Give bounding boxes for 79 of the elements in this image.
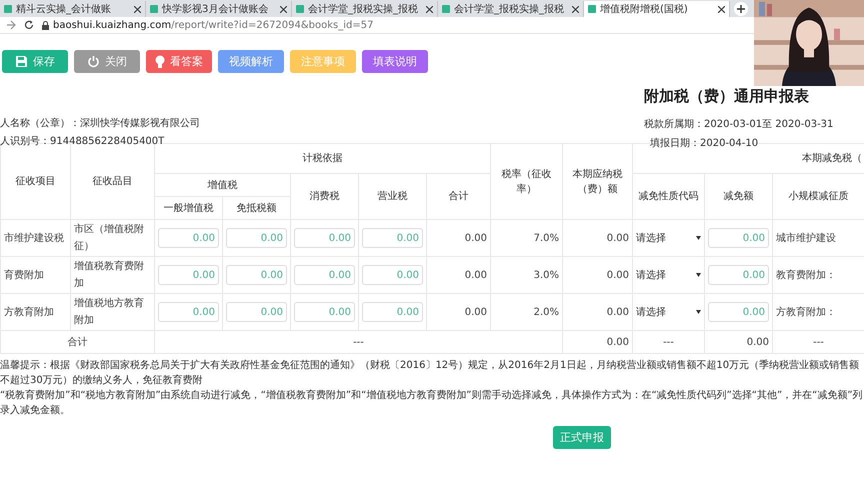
column-header: 消费税 xyxy=(290,174,358,220)
notice-text: 温馨提示：根据《财政部国家税务总局关于扩大有关政府性基金免征范围的通知》（财税〔2016〕12号）规定，从2016年2月1日起，月纳税营业额或销售额不超10万元（季纳税营业额或销售额不超过30万元）的缴纳义务人，免征教育费附 xyxy=(0,358,860,388)
table-cell: 0.00 xyxy=(562,294,632,330)
favicon-icon xyxy=(296,5,304,13)
column-header: 减免性质代码 xyxy=(632,174,704,220)
close-icon[interactable] xyxy=(280,6,287,12)
table-cell: 增值税教育费附加 xyxy=(70,256,154,294)
table-cell: 0.00 xyxy=(562,220,632,256)
form-title: 附加税（费）通用申报表 xyxy=(644,87,809,106)
caret-icon xyxy=(696,310,701,314)
column-header: 一般增值税 xyxy=(154,196,222,220)
table-cell: 0.00 xyxy=(562,256,632,294)
amount-field[interactable]: 0.00 xyxy=(158,302,219,322)
favicon-icon xyxy=(588,5,596,13)
column-header: 减免额 xyxy=(704,174,772,220)
amount-field[interactable]: 0.00 xyxy=(158,228,219,248)
table-cell: --- xyxy=(632,330,704,354)
column-header: 征收品目 xyxy=(70,144,154,220)
column-header: 税率（征收率） xyxy=(490,144,562,220)
caret-icon xyxy=(696,273,701,277)
toolbar-button[interactable]: 注意事项 xyxy=(290,50,356,73)
table-cell: --- xyxy=(154,330,562,354)
table-cell: 市区（增值税附征） xyxy=(70,220,154,256)
new-tab-icon[interactable] xyxy=(734,2,748,16)
table-cell: 0.00 xyxy=(562,330,632,354)
toolbar-button[interactable]: 关闭 xyxy=(74,50,140,73)
toolbar-button[interactable]: 填表说明 xyxy=(362,50,428,73)
amount-field[interactable]: 0.00 xyxy=(708,228,769,248)
notice-text: “税教育费附加”和“税地方教育附加”由系统自动进行减免，“增值税教育费附加”和“增值税地方教育费附加”则需手动选择减免，具体操作方式为：在“减免性质代码列”选择“其他”，并在“减免额”列录入减免金额。 xyxy=(0,388,864,418)
favicon-icon xyxy=(442,5,450,13)
close-icon[interactable] xyxy=(134,6,141,12)
close-icon[interactable] xyxy=(572,6,579,12)
table-cell: 2.0% xyxy=(490,294,562,330)
submit-button[interactable]: 正式申报 xyxy=(553,426,611,449)
table-cell: 0.00 xyxy=(426,256,490,294)
table-cell: 3.0% xyxy=(490,256,562,294)
taxpayer-name: 人名称（公章）：深圳快学传媒影视有限公司 xyxy=(0,116,201,130)
forward-icon[interactable] xyxy=(6,20,16,30)
close-icon[interactable] xyxy=(718,6,725,12)
column-header: 营业税 xyxy=(358,174,426,220)
table-cell: 0.00 xyxy=(704,330,772,354)
amount-field[interactable]: 0.00 xyxy=(294,228,355,248)
power-icon xyxy=(87,55,100,68)
toolbar-button[interactable]: 视频解析 xyxy=(218,50,284,73)
tax-period: 税款所属期：2020-03-01至 2020-03-31 xyxy=(644,118,834,131)
favicon-icon xyxy=(4,5,12,13)
amount-field[interactable]: 0.00 xyxy=(362,228,423,248)
table-cell: 0.00 xyxy=(426,220,490,256)
lightbulb-icon xyxy=(155,54,165,68)
table-cell: 方教育附加 xyxy=(0,294,70,330)
amount-field[interactable]: 0.00 xyxy=(708,302,769,322)
table-cell: 7.0% xyxy=(490,220,562,256)
table-cell: 合计 xyxy=(0,330,154,354)
close-icon[interactable] xyxy=(426,6,433,12)
column-header: 本期应纳税（费）额 xyxy=(562,144,632,220)
table-cell: 增值税地方教育附加 xyxy=(70,294,154,330)
amount-field[interactable]: 0.00 xyxy=(362,265,423,285)
amount-field[interactable]: 0.00 xyxy=(708,265,769,285)
amount-field[interactable]: 0.00 xyxy=(226,265,287,285)
toolbar-button[interactable]: 保存 xyxy=(2,50,68,73)
table-cell: 0.00 xyxy=(426,294,490,330)
toolbar-button[interactable]: 看答案 xyxy=(146,50,212,73)
favicon-icon xyxy=(150,5,158,13)
amount-field[interactable]: 0.00 xyxy=(226,302,287,322)
column-header: 计税依据 xyxy=(154,144,490,174)
amount-field[interactable]: 0.00 xyxy=(226,228,287,248)
column-header: 增值税 xyxy=(154,174,290,196)
amount-field[interactable]: 0.00 xyxy=(294,265,355,285)
amount-field[interactable]: 0.00 xyxy=(362,302,423,322)
reload-icon[interactable] xyxy=(24,20,34,30)
browser-tab[interactable]: 增值税附增税(国税) xyxy=(584,1,730,17)
table-cell: 市维护建设税 xyxy=(0,220,70,256)
address-field[interactable]: baoshui.kuaizhang.com/report/write?id=2672094&books_id=57 xyxy=(42,20,374,30)
amount-field[interactable]: 0.00 xyxy=(158,265,219,285)
caret-icon xyxy=(696,236,701,240)
save-icon xyxy=(15,55,28,68)
amount-field[interactable]: 0.00 xyxy=(294,302,355,322)
table-cell: 育费附加 xyxy=(0,256,70,294)
lock-icon xyxy=(42,20,49,30)
